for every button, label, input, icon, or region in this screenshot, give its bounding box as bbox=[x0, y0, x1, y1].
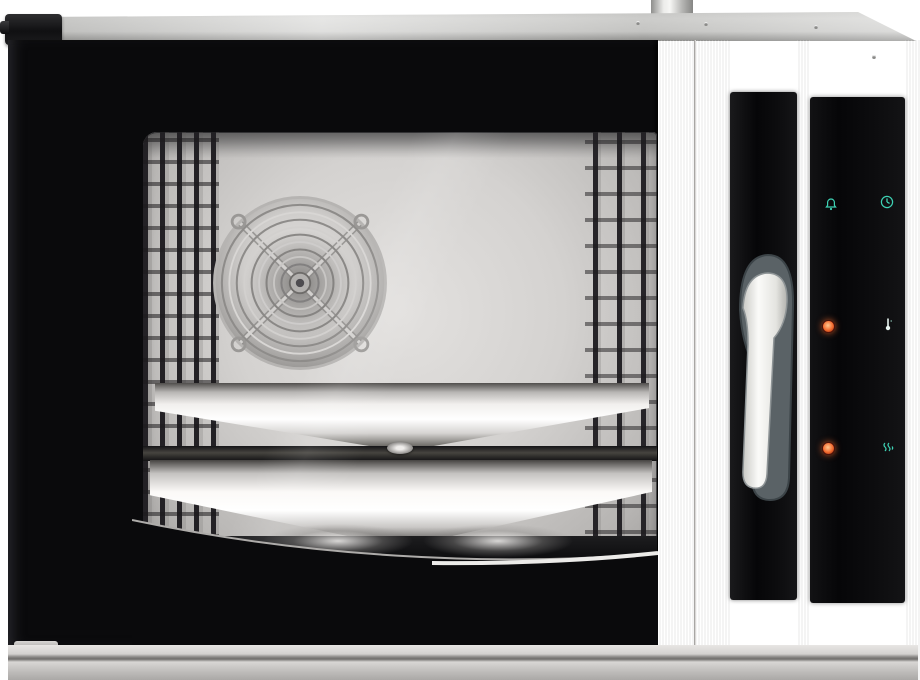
timer-knob-group bbox=[810, 195, 905, 290]
hinge-pin bbox=[0, 21, 9, 34]
indicator-lamp-icon bbox=[822, 320, 835, 333]
screw-icon bbox=[636, 21, 640, 25]
glass-reflection bbox=[143, 132, 657, 560]
oven-photo bbox=[0, 0, 920, 680]
panel-seam bbox=[694, 40, 696, 645]
oven-base bbox=[8, 645, 918, 680]
indicator-lamp-icon bbox=[822, 442, 835, 455]
oven-door[interactable] bbox=[8, 40, 658, 645]
screw-icon bbox=[704, 22, 708, 26]
temperature-knob-group bbox=[810, 317, 905, 412]
top-panel-sheen bbox=[0, 0, 920, 42]
steam-icon bbox=[881, 439, 895, 453]
clock-icon bbox=[880, 195, 894, 209]
humidity-knob-group bbox=[810, 439, 905, 534]
door-handle[interactable] bbox=[726, 248, 804, 512]
door-glass-window bbox=[143, 132, 657, 560]
screw-icon bbox=[814, 25, 818, 29]
bell-icon bbox=[824, 197, 838, 211]
thermometer-icon bbox=[881, 317, 895, 331]
door-lower-panel bbox=[132, 500, 658, 645]
right-side-edge bbox=[905, 40, 920, 680]
control-panel bbox=[810, 97, 905, 603]
screw-icon bbox=[872, 55, 876, 59]
